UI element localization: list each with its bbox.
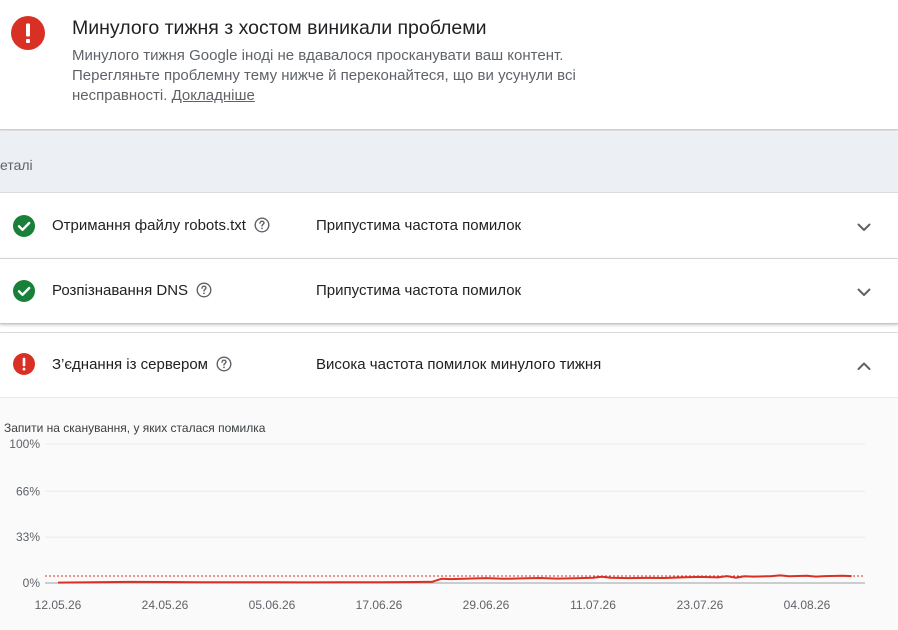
row-status: Припустима частота помилок: [316, 282, 522, 299]
error-rate-chart: 100% 66% 33% 0% 12.05.26 24.05.26 05.06.26 17.0…: [9, 437, 865, 612]
row-name: Розпізнавання DNS: [52, 282, 212, 299]
banner-title: Минулого тижня з хостом виникали проблем…: [72, 17, 487, 39]
x-tick-label: 17.06.26: [356, 598, 403, 612]
check-circle-icon: [13, 280, 35, 302]
check-circle-icon: [13, 215, 35, 237]
row-name-text: Розпізнавання DNS: [52, 282, 189, 299]
chevron-down-icon[interactable]: [853, 281, 875, 303]
row-name: Отримання файлу robots.txt: [52, 217, 270, 234]
help-icon[interactable]: [254, 217, 270, 233]
row-status: Висока частота помилок минулого тижня: [316, 356, 602, 373]
x-tick-label: 12.05.26: [35, 598, 82, 612]
y-tick-label: 66%: [16, 484, 40, 498]
details-label: еталі: [0, 157, 33, 173]
row-name-text: Отримання файлу robots.txt: [52, 217, 246, 234]
details-header: еталі: [0, 131, 898, 193]
error-icon: [13, 353, 35, 375]
status-row-server-connection[interactable]: З’єднання із сервером Висока частота пом…: [0, 332, 898, 396]
y-tick-label: 33%: [16, 530, 40, 544]
row-name: З’єднання із сервером: [52, 356, 232, 373]
x-tick-label: 23.07.26: [677, 598, 724, 612]
banner-description-text: Минулого тижня Google іноді не вдавалося…: [72, 47, 576, 104]
row-status: Припустима частота помилок: [316, 217, 522, 234]
x-tick-label: 29.06.26: [463, 598, 510, 612]
chevron-down-icon[interactable]: [853, 216, 875, 238]
x-tick-label: 04.08.26: [784, 598, 831, 612]
x-tick-label: 05.06.26: [249, 598, 296, 612]
y-tick-label: 0%: [23, 576, 41, 590]
status-row-robots[interactable]: Отримання файлу robots.txt Припустима ча…: [0, 194, 898, 259]
help-icon[interactable]: [216, 356, 232, 372]
error-icon: [11, 16, 45, 50]
y-tick-label: 100%: [9, 437, 40, 451]
x-tick-label: 11.07.26: [570, 598, 616, 612]
row-name-text: З’єднання із сервером: [52, 356, 208, 373]
learn-more-link[interactable]: Докладніше: [172, 87, 255, 104]
status-row-dns[interactable]: Розпізнавання DNS Припустима частота пом…: [0, 259, 898, 324]
x-tick-label: 24.05.26: [142, 598, 189, 612]
banner-description: Минулого тижня Google іноді не вдавалося…: [72, 46, 612, 106]
chevron-up-icon[interactable]: [853, 355, 875, 377]
error-banner: Минулого тижня з хостом виникали проблем…: [0, 0, 898, 130]
help-icon[interactable]: [196, 282, 212, 298]
